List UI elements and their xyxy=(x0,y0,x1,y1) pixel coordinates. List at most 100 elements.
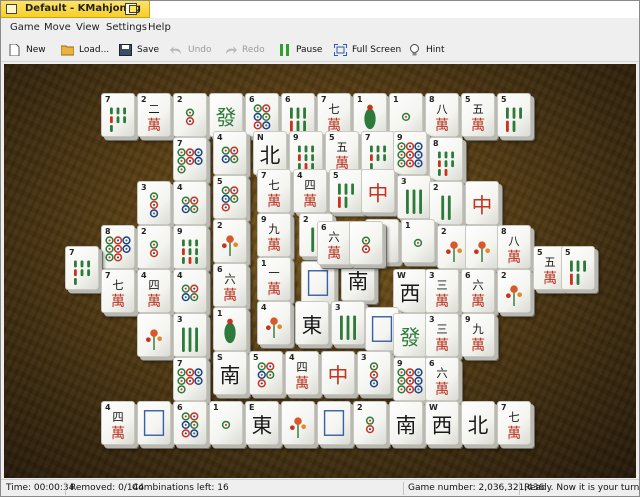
tile-character-9[interactable]: 九萬 9 xyxy=(461,313,495,357)
tile-north-wind[interactable]: 北 xyxy=(461,401,495,445)
tile-west-wind[interactable]: 西W xyxy=(425,401,459,445)
tile-corner-label: 4 xyxy=(177,271,183,280)
tile-character-2[interactable]: 二萬 2 xyxy=(137,93,171,137)
bamboo-stick xyxy=(576,273,580,285)
tile-dot-7[interactable]: 7 xyxy=(173,357,207,401)
wan-glyph: 萬 xyxy=(507,250,521,266)
window-title: Default - KMahjongg xyxy=(25,3,141,14)
tile-dot-8[interactable]: 8 xyxy=(101,225,135,269)
tile-flower-2[interactable]: 2 xyxy=(213,219,247,263)
tile-character-7[interactable]: 七萬 7 xyxy=(101,269,135,313)
tile-character-7[interactable]: 七萬 7 xyxy=(257,169,291,213)
tile-dot-2[interactable] xyxy=(349,221,383,265)
bamboo-stick xyxy=(506,107,509,119)
menu-game[interactable]: Game xyxy=(10,22,40,33)
tile-east-wind[interactable]: 東E xyxy=(245,401,279,445)
tile-white-dragon[interactable] xyxy=(137,401,171,445)
tile-character-6[interactable]: 六萬 6 xyxy=(317,221,351,265)
tile-character-9[interactable]: 九萬 9 xyxy=(257,213,291,257)
tile-character-4[interactable]: 四萬 4 xyxy=(285,351,319,395)
tile-character-6[interactable]: 六萬 6 xyxy=(425,357,459,401)
tile-character-4[interactable]: 四萬 4 xyxy=(137,269,171,313)
tile-green-dragon[interactable]: 發 xyxy=(393,313,427,357)
menu-help[interactable]: Help xyxy=(148,22,171,33)
tile-dot-6[interactable]: 6 xyxy=(173,401,207,445)
menu-view[interactable]: View xyxy=(76,22,100,33)
numeral-glyph: 五 xyxy=(544,256,555,269)
tile-bamboo-8[interactable]: 8 xyxy=(429,137,463,181)
tile-character-8[interactable]: 八萬 8 xyxy=(497,225,531,269)
wan-glyph: 萬 xyxy=(435,338,449,354)
bamboo-stick xyxy=(338,196,341,208)
tile-flower[interactable] xyxy=(281,401,315,445)
tile-dot-7[interactable]: 7 xyxy=(173,137,207,181)
tile-flower-4[interactable]: 4 xyxy=(257,301,291,345)
menu-settings[interactable]: Settings xyxy=(106,22,147,33)
tile-dot-3[interactable]: 3 xyxy=(137,181,171,225)
tile-dot-1[interactable]: 1 xyxy=(401,219,435,263)
bamboo-stick xyxy=(583,260,586,272)
tile-bamboo-7[interactable]: 7 xyxy=(101,93,135,137)
numeral-glyph: 三 xyxy=(436,279,447,292)
tile-character-3[interactable]: 三萬 3 xyxy=(425,313,459,357)
tile-bamboo-1[interactable]: 1 xyxy=(213,307,247,351)
tile-flower[interactable] xyxy=(465,225,499,269)
tile-flower-2[interactable]: 2 xyxy=(497,269,531,313)
tile-bamboo-3[interactable]: 3 xyxy=(397,175,431,219)
tile-face-icon: 中 xyxy=(368,181,389,205)
tile-west-wind[interactable]: 西W xyxy=(393,269,427,313)
bamboo-stick xyxy=(195,257,198,264)
tile-dot-5[interactable]: 5 xyxy=(213,175,247,219)
tile-dot-3[interactable]: 3 xyxy=(357,351,391,395)
tile-dot-2[interactable]: 2 xyxy=(173,93,207,137)
tile-south-wind[interactable]: 南 xyxy=(389,401,423,445)
tile-flower[interactable] xyxy=(137,313,171,357)
tile-east-wind[interactable]: 東 xyxy=(295,301,329,345)
game-board[interactable]: 7二萬22發66七萬711八萬8五萬5574北N9五萬5798345七萬7四萬4… xyxy=(4,64,636,478)
tile-character-6[interactable]: 六萬 6 xyxy=(213,263,247,307)
tile-dot-4[interactable]: 4 xyxy=(213,131,247,175)
tile-bamboo-5[interactable]: 5 xyxy=(561,246,595,290)
tile-character-3[interactable]: 三萬 3 xyxy=(425,269,459,313)
tile-bamboo-5[interactable]: 5 xyxy=(329,169,363,213)
tile-red-dragon[interactable]: 中 xyxy=(321,351,355,395)
tile-character-6[interactable]: 六萬 6 xyxy=(461,269,495,313)
tile-character-5[interactable]: 五萬 5 xyxy=(461,93,495,137)
tile-corner-label: 7 xyxy=(69,248,75,257)
pause-icon xyxy=(280,44,289,56)
tile-dot-4[interactable]: 4 xyxy=(173,269,207,313)
tile-bamboo-9[interactable]: 9 xyxy=(173,225,207,269)
status-message: Ready. Now it is your turn. xyxy=(524,483,640,493)
tile-bamboo-3[interactable]: 3 xyxy=(173,313,207,357)
tile-character-4[interactable]: 四萬 4 xyxy=(293,169,327,213)
tile-dot-9[interactable]: 9 xyxy=(393,357,427,401)
tile-dot-2[interactable]: 2 xyxy=(137,225,171,269)
tile-white-dragon[interactable] xyxy=(301,261,335,305)
wan-glyph: 萬 xyxy=(267,194,281,210)
wan-glyph: 萬 xyxy=(111,426,125,442)
tile-character-7[interactable]: 七萬 7 xyxy=(497,401,531,445)
tile-dot-4[interactable]: 4 xyxy=(173,181,207,225)
bamboo-stick xyxy=(383,145,386,153)
tile-character-1[interactable]: 一萬 1 xyxy=(257,257,291,301)
restore-window-icon[interactable] xyxy=(125,3,137,15)
tile-bamboo-7[interactable]: 7 xyxy=(65,246,99,290)
tile-character-8[interactable]: 八萬 8 xyxy=(425,93,459,137)
tile-bamboo-2[interactable]: 2 xyxy=(429,181,463,225)
tile-dot-9[interactable]: 9 xyxy=(393,131,427,175)
bamboo-stick xyxy=(195,239,198,247)
tile-bamboo-5[interactable]: 5 xyxy=(497,93,531,137)
tile-red-dragon[interactable]: 中 xyxy=(361,169,395,213)
tile-dot-5[interactable]: 5 xyxy=(249,351,283,395)
tile-white-dragon[interactable] xyxy=(317,401,351,445)
tile-dot-2[interactable]: 2 xyxy=(353,401,387,445)
redo-icon xyxy=(226,46,237,54)
tile-bamboo-3[interactable]: 3 xyxy=(331,301,365,345)
tile-south-wind[interactable]: 南S xyxy=(213,351,247,395)
tile-red-dragon[interactable]: 中 xyxy=(465,181,499,225)
tile-dot-1[interactable]: 1 xyxy=(209,401,243,445)
title-bar[interactable]: Default - KMahjongg xyxy=(1,1,639,18)
tile-character-4[interactable]: 四萬 4 xyxy=(101,401,135,445)
menu-move[interactable]: Move xyxy=(44,22,71,33)
honor-glyph: 中 xyxy=(472,193,493,217)
